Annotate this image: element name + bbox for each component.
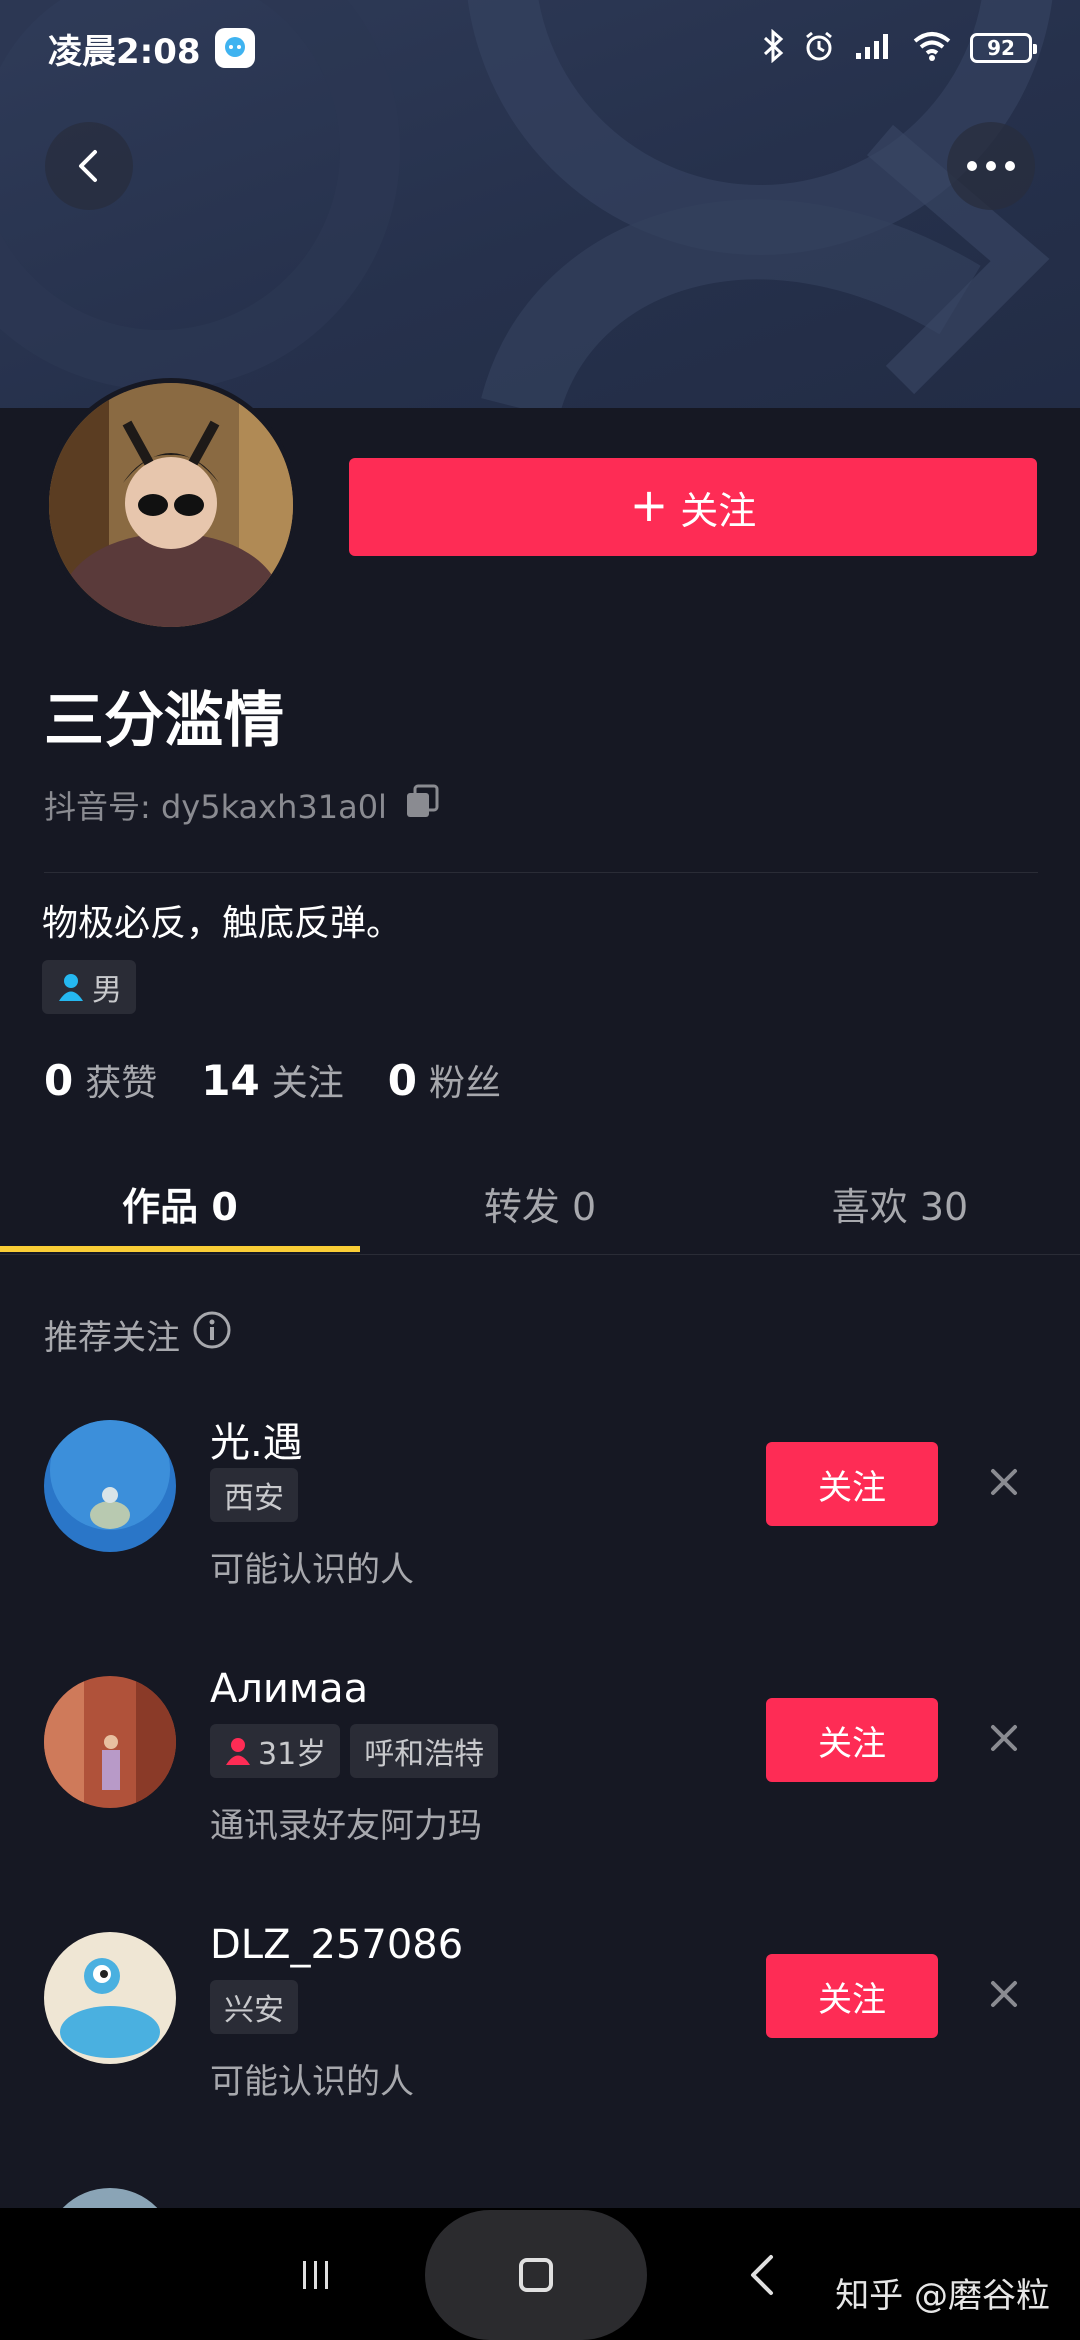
recommend-follow-button[interactable]: 关注 [766, 1442, 938, 1526]
profile-banner: 凌晨2:08 92 [0, 0, 1080, 408]
gender-label: 男 [92, 973, 122, 1008]
age-tag: 31岁 [210, 1724, 341, 1778]
recommend-reason: 可能认识的人 [210, 1550, 414, 1590]
tab-active-indicator [0, 1246, 360, 1252]
copy-icon[interactable] [403, 782, 441, 828]
avatar-image [49, 383, 293, 627]
gender-tag: 男 [42, 960, 136, 1014]
dismiss-button[interactable] [982, 1460, 1026, 1504]
close-icon [991, 1469, 1017, 1495]
stat-following[interactable]: 14 关注 [201, 1054, 343, 1106]
tab-divider [0, 1254, 1080, 1255]
profile-screen: 凌晨2:08 92 + 关注 三分滥情 抖音号: dy5kaxh31a0l 物极… [0, 0, 1080, 2340]
close-icon [991, 1981, 1017, 2007]
female-icon [226, 1738, 250, 1765]
dismiss-button[interactable] [982, 1716, 1026, 1760]
recommend-avatar[interactable] [44, 1420, 176, 1552]
stat-label: 粉丝 [428, 1063, 501, 1104]
recommend-follow-button[interactable]: 关注 [766, 1954, 938, 2038]
location-tag: 兴安 [210, 1980, 298, 2034]
profile-bio: 物极必反，触底反弹。 [42, 903, 403, 944]
douyin-id: 抖音号: dy5kaxh31a0l [44, 788, 387, 826]
close-icon [991, 1725, 1017, 1751]
back-button[interactable] [45, 122, 133, 210]
info-icon[interactable] [192, 1310, 232, 1359]
wifi-icon [912, 30, 952, 66]
tab-likes[interactable]: 喜欢 30 [720, 1150, 1080, 1256]
recommend-tags: 兴安 [210, 1980, 298, 2034]
more-dots-icon [967, 161, 1015, 171]
recommend-tags: 西安 [210, 1468, 298, 1522]
stat-value: 0 [44, 1056, 74, 1105]
section-divider [44, 872, 1038, 873]
stat-likes: 0 获赞 [44, 1054, 157, 1106]
follow-button-label: 关注 [680, 488, 757, 533]
profile-stats: 0 获赞 14 关注 0 粉丝 [44, 1054, 501, 1106]
stat-label: 关注 [271, 1063, 344, 1104]
tab-works[interactable]: 作品 0 [0, 1150, 360, 1256]
follow-button[interactable]: + 关注 [349, 458, 1037, 556]
home-button[interactable] [425, 2210, 647, 2340]
recommend-name[interactable]: Алимаа [210, 1666, 368, 1712]
recommend-reason: 可能认识的人 [210, 2062, 414, 2102]
recommend-follow-button[interactable]: 关注 [766, 1698, 938, 1782]
male-icon [59, 974, 83, 1001]
alarm-icon [802, 29, 836, 67]
avatar-image [44, 1420, 176, 1552]
nav-back-button[interactable] [740, 2248, 784, 2302]
avatar-image [44, 1932, 176, 2064]
zhihu-watermark: 知乎 @磨谷粒 [835, 2276, 1050, 2316]
profile-nickname: 三分滥情 [44, 686, 284, 756]
douyin-id-row: 抖音号: dy5kaxh31a0l [44, 782, 441, 828]
tab-reposts[interactable]: 转发 0 [360, 1150, 720, 1256]
profile-tabs: 作品 0 转发 0 喜欢 30 [0, 1150, 1080, 1256]
battery-level: 92 [987, 36, 1015, 60]
recommend-tags: 31岁 呼和浩特 [210, 1724, 499, 1778]
location-tag: 呼和浩特 [350, 1724, 499, 1778]
recommend-title: 推荐关注 [44, 1318, 180, 1358]
recent-apps-icon [303, 2261, 328, 2289]
bluetooth-icon [762, 28, 784, 67]
recent-apps-button[interactable] [296, 2250, 336, 2300]
avatar-image [44, 1676, 176, 1808]
stat-label: 获赞 [85, 1063, 158, 1104]
chevron-left-icon [751, 2255, 773, 2295]
recommend-avatar[interactable] [44, 1932, 176, 2064]
chat-app-icon [214, 28, 255, 68]
recommend-name[interactable]: 光.遇 [210, 1410, 303, 1468]
age-label: 31岁 [258, 1737, 327, 1772]
more-options-button[interactable] [947, 122, 1035, 210]
home-square-icon [519, 2258, 553, 2292]
recommend-reason: 通讯录好友阿力玛 [210, 1806, 482, 1846]
stat-value: 14 [201, 1056, 260, 1105]
recommend-item[interactable]: 光.遇 西安 可能认识的人 关注 [0, 1420, 1080, 1620]
status-time: 凌晨2:08 [48, 31, 201, 72]
signal-icon [854, 31, 894, 65]
recommend-header: 推荐关注 [44, 1310, 232, 1359]
profile-avatar[interactable] [44, 378, 298, 632]
stat-value: 0 [387, 1056, 417, 1105]
recommend-item[interactable]: DLZ_257086 兴安 可能认识的人 关注 [0, 1922, 1080, 2132]
location-tag: 西安 [210, 1468, 298, 1522]
battery-icon: 92 [970, 33, 1037, 63]
status-bar: 凌晨2:08 92 [0, 0, 1080, 96]
dismiss-button[interactable] [982, 1972, 1026, 2016]
chevron-left-icon [79, 150, 97, 182]
plus-icon: + [629, 478, 669, 532]
stat-followers[interactable]: 0 粉丝 [388, 1054, 501, 1106]
recommend-avatar[interactable] [44, 1676, 176, 1808]
recommend-name[interactable]: DLZ_257086 [210, 1922, 463, 1968]
recommend-item[interactable]: Алимаа 31岁 呼和浩特 通讯录好友阿力玛 关注 [0, 1666, 1080, 1876]
